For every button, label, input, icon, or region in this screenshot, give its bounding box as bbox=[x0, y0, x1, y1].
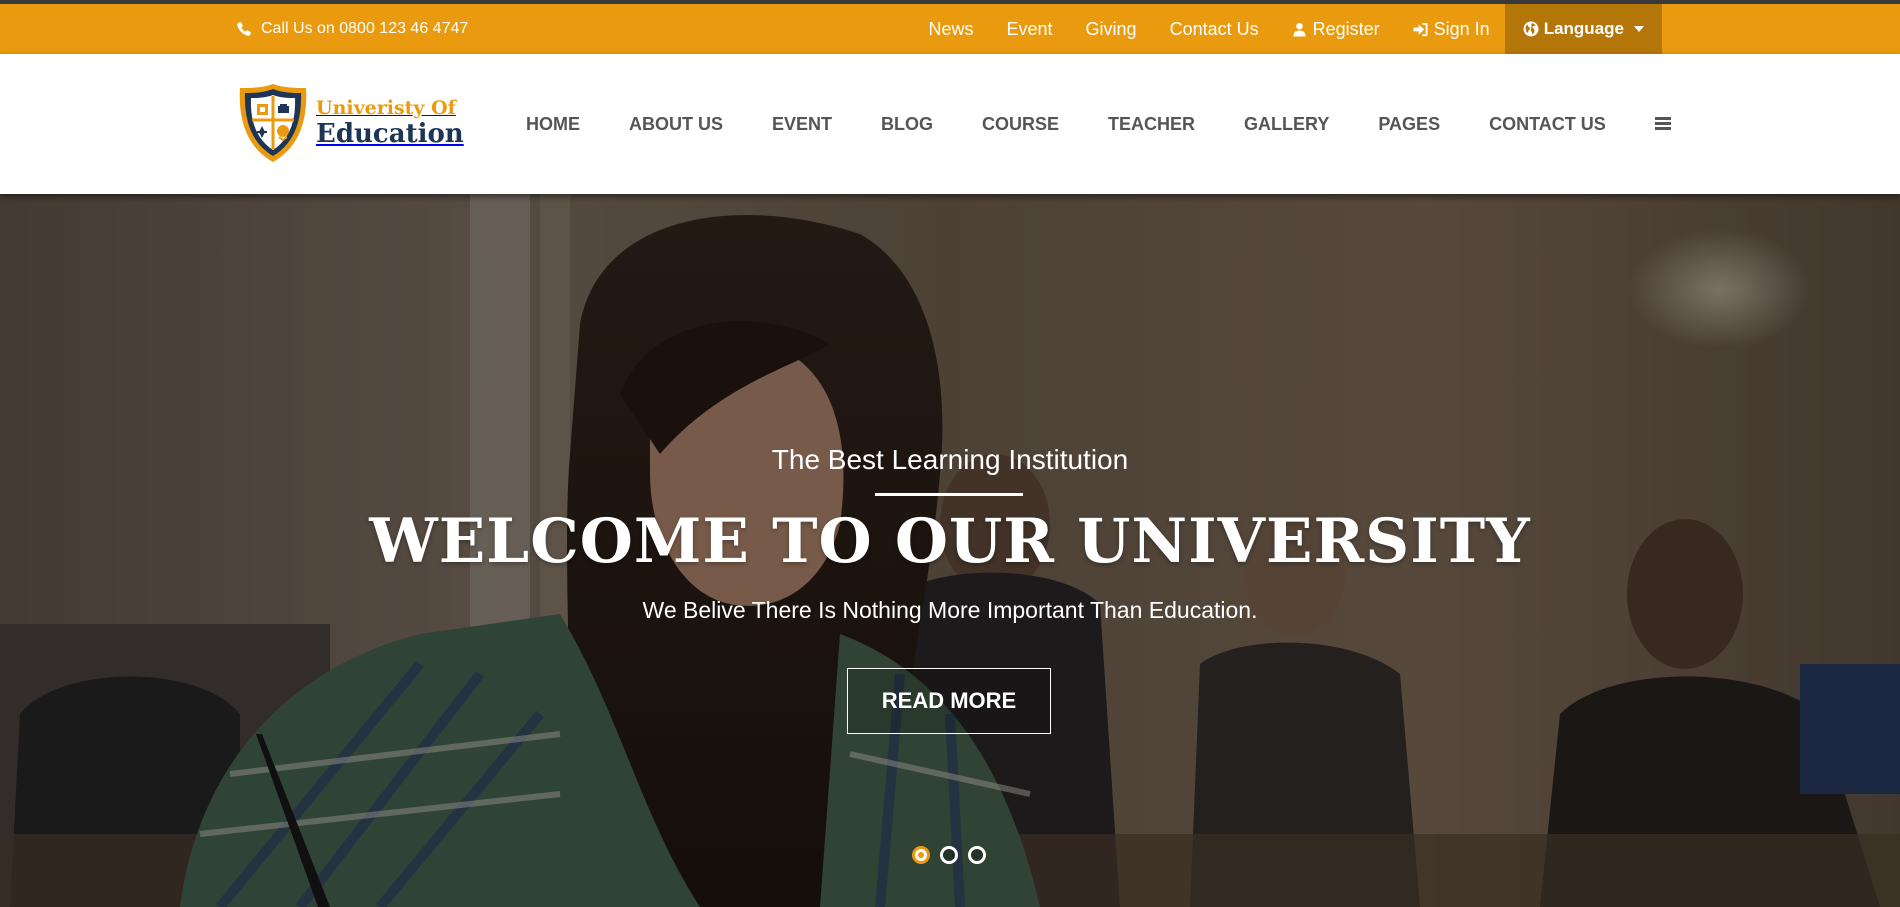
hamburger-menu-icon[interactable] bbox=[1654, 117, 1671, 131]
top-link-contact-us[interactable]: Contact Us bbox=[1170, 19, 1259, 40]
nav-contact-us[interactable]: CONTACT US bbox=[1489, 114, 1606, 135]
logo-text: Univeristy Of Education bbox=[316, 97, 464, 149]
nav-course[interactable]: COURSE bbox=[982, 114, 1059, 135]
subtitle-divider bbox=[875, 493, 1023, 496]
nav-about-us[interactable]: ABOUT US bbox=[629, 114, 723, 135]
call-us-text: Call Us on 0800 123 46 4747 bbox=[261, 20, 469, 37]
university-shield-icon bbox=[239, 84, 307, 162]
logo-line-2: Education bbox=[316, 119, 464, 149]
language-label: Language bbox=[1543, 19, 1624, 38]
slider-dot-2[interactable] bbox=[940, 846, 958, 864]
globe-icon bbox=[1523, 21, 1539, 37]
site-header: Univeristy Of Education HOME ABOUT US EV… bbox=[0, 54, 1900, 194]
sign-in-icon bbox=[1413, 22, 1428, 36]
call-us-info: Call Us on 0800 123 46 4747 bbox=[236, 4, 468, 54]
register-link[interactable]: Register bbox=[1292, 19, 1380, 40]
site-logo[interactable]: Univeristy Of Education bbox=[236, 82, 464, 164]
sign-in-label: Sign In bbox=[1433, 18, 1490, 39]
sign-in-link[interactable]: Sign In bbox=[1413, 19, 1490, 40]
logo-line-1: Univeristy Of bbox=[316, 97, 456, 119]
nav-event[interactable]: EVENT bbox=[772, 114, 832, 135]
hero-content: The Best Learning Institution WELCOME TO… bbox=[0, 194, 1900, 907]
nav-home[interactable]: HOME bbox=[526, 114, 580, 135]
nav-teacher[interactable]: TEACHER bbox=[1108, 114, 1195, 135]
nav-pages[interactable]: PAGES bbox=[1378, 114, 1440, 135]
top-bar: Call Us on 0800 123 46 4747 News Event G… bbox=[0, 0, 1900, 54]
top-link-event[interactable]: Event bbox=[1007, 19, 1053, 40]
main-navigation: HOME ABOUT US EVENT BLOG COURSE TEACHER … bbox=[526, 54, 1671, 194]
read-more-button[interactable]: READ MORE bbox=[847, 668, 1051, 734]
phone-icon bbox=[237, 22, 251, 36]
slider-dot-1[interactable] bbox=[912, 846, 930, 864]
hero-subtitle: The Best Learning Institution bbox=[771, 444, 1129, 475]
language-dropdown[interactable]: Language bbox=[1504, 4, 1662, 54]
slider-dot-3[interactable] bbox=[968, 846, 986, 864]
top-links: News Event Giving Contact Us Register Si… bbox=[896, 4, 1662, 54]
top-link-news[interactable]: News bbox=[929, 19, 974, 40]
user-icon bbox=[1293, 22, 1306, 37]
hero-slider: The Best Learning Institution WELCOME TO… bbox=[0, 194, 1900, 907]
register-label: Register bbox=[1312, 18, 1380, 39]
slider-pagination bbox=[912, 846, 996, 864]
hero-tagline: We Belive There Is Nothing More Importan… bbox=[642, 597, 1258, 623]
hero-headline: WELCOME TO OUR UNIVERSITY bbox=[369, 506, 1531, 577]
nav-gallery[interactable]: GALLERY bbox=[1244, 114, 1329, 135]
nav-blog[interactable]: BLOG bbox=[881, 114, 933, 135]
caret-down-icon bbox=[1634, 26, 1644, 32]
top-link-giving[interactable]: Giving bbox=[1086, 19, 1137, 40]
